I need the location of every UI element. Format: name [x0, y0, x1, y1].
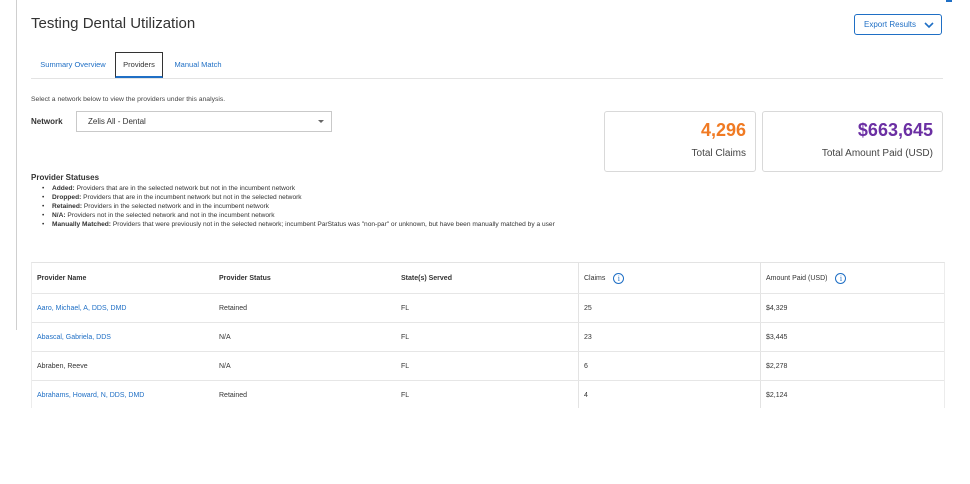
- network-selected-value: Zelis All - Dental: [88, 117, 146, 126]
- network-instructions: Select a network below to view the provi…: [31, 96, 226, 103]
- tab-providers[interactable]: Providers: [115, 52, 163, 78]
- provider-name-link[interactable]: Abascal, Gabriela, DDS: [37, 334, 111, 341]
- provider-statuses-list: Added: Providers that are in the selecte…: [42, 184, 582, 229]
- export-results-label: Export Results: [864, 20, 917, 29]
- table-header-row: Provider Name Provider Status State(s) S…: [32, 263, 944, 294]
- info-icon[interactable]: [835, 272, 847, 284]
- table-row: Aaro, Michael, A, DDS, DMD Retained FL 2…: [32, 294, 944, 323]
- status-item-manually-matched: Manually Matched: Providers that were pr…: [42, 220, 582, 229]
- info-icon[interactable]: [613, 272, 625, 284]
- providers-table: Provider Name Provider Status State(s) S…: [31, 262, 945, 408]
- amount-paid-cell: $2,124: [760, 381, 944, 408]
- table-row: Abraben, Reeve N/A FL 6 $2,278: [32, 352, 944, 381]
- status-item-dropped: Dropped: Providers that are in the incum…: [42, 193, 582, 202]
- total-claims-label: Total Claims: [691, 148, 746, 159]
- status-term: Manually Matched:: [52, 221, 111, 228]
- states-served-cell: FL: [401, 304, 410, 312]
- total-claims-value: 4,296: [700, 120, 746, 140]
- header-claims-label: Claims: [584, 274, 606, 282]
- states-served-cell: FL: [401, 391, 410, 399]
- provider-statuses-title: Provider Statuses: [31, 173, 100, 182]
- status-desc: Providers that were previously not in th…: [112, 221, 555, 228]
- header-provider-status[interactable]: Provider Status: [214, 263, 396, 293]
- status-term: Retained:: [52, 203, 83, 210]
- tab-manual-match[interactable]: Manual Match: [167, 52, 229, 77]
- network-select[interactable]: Zelis All - Dental: [76, 111, 332, 132]
- status-term: Added:: [52, 185, 75, 192]
- provider-name-cell: Aaro, Michael, A, DDS, DMD: [32, 294, 214, 322]
- header-provider-name[interactable]: Provider Name: [32, 263, 214, 293]
- claims-cell: 25: [578, 294, 760, 322]
- header-amount-paid-label: Amount Paid (USD): [766, 274, 828, 282]
- amount-paid-cell: $2,278: [760, 352, 944, 380]
- page-left-divider: [16, 0, 17, 330]
- scroll-indicator: [946, 0, 952, 2]
- status-desc: Providers that are in the selected netwo…: [76, 185, 296, 192]
- tab-summary-overview[interactable]: Summary Overview: [31, 52, 115, 77]
- tab-bar: Summary Overview Providers Manual Match: [31, 52, 943, 79]
- network-label: Network: [31, 117, 63, 126]
- status-term: N/A:: [52, 212, 66, 219]
- status-item-retained: Retained: Providers in the selected netw…: [42, 202, 582, 211]
- provider-name-cell: Abraben, Reeve: [37, 362, 88, 370]
- status-desc: Providers in the selected network and in…: [83, 203, 269, 210]
- states-served-cell: FL: [401, 333, 410, 341]
- caret-down-icon: [318, 120, 324, 123]
- status-item-added: Added: Providers that are in the selecte…: [42, 184, 582, 193]
- table-row: Abrahams, Howard, N, DDS, DMD Retained F…: [32, 381, 944, 408]
- chevron-down-icon: [924, 22, 934, 29]
- provider-status-cell: N/A: [219, 362, 231, 370]
- header-amount-paid[interactable]: Amount Paid (USD): [760, 263, 944, 293]
- provider-name-link[interactable]: Abrahams, Howard, N, DDS, DMD: [37, 392, 144, 399]
- table-row: Abascal, Gabriela, DDS N/A FL 23 $3,445: [32, 323, 944, 352]
- provider-status-cell: Retained: [219, 304, 248, 312]
- status-term: Dropped:: [52, 194, 82, 201]
- total-paid-value: $663,645: [857, 120, 933, 140]
- provider-status-cell: N/A: [219, 333, 231, 341]
- total-claims-card: 4,296 Total Claims: [604, 111, 756, 172]
- page-title: Testing Dental Utilization: [31, 15, 196, 32]
- status-item-na: N/A: Providers not in the selected netwo…: [42, 211, 582, 220]
- export-results-button[interactable]: Export Results: [854, 14, 942, 35]
- header-claims[interactable]: Claims: [578, 263, 760, 293]
- claims-cell: 4: [578, 381, 760, 408]
- total-paid-card: $663,645 Total Amount Paid (USD): [762, 111, 943, 172]
- provider-name-link[interactable]: Aaro, Michael, A, DDS, DMD: [37, 305, 126, 312]
- status-desc: Providers that are in the incumbent netw…: [83, 194, 302, 201]
- claims-cell: 23: [578, 323, 760, 351]
- provider-name-cell: Abascal, Gabriela, DDS: [32, 323, 214, 351]
- amount-paid-cell: $3,445: [760, 323, 944, 351]
- header-states-served[interactable]: State(s) Served: [396, 263, 578, 293]
- states-served-cell: FL: [401, 362, 410, 370]
- claims-cell: 6: [578, 352, 760, 380]
- status-desc: Providers not in the selected network an…: [67, 212, 275, 219]
- provider-name-cell: Abrahams, Howard, N, DDS, DMD: [32, 381, 214, 408]
- amount-paid-cell: $4,329: [760, 294, 944, 322]
- total-paid-label: Total Amount Paid (USD): [821, 148, 933, 159]
- provider-status-cell: Retained: [219, 391, 248, 399]
